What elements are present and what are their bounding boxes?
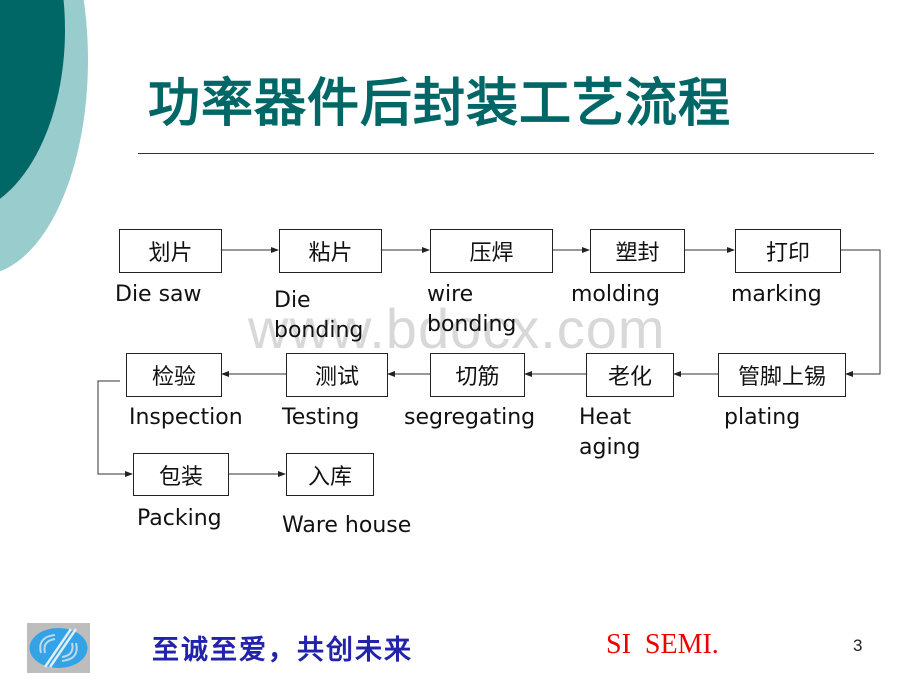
step-label-heat-aging: Heat aging [579, 405, 641, 460]
flow-connectors [97, 247, 881, 477]
step-box-segregating: 切筋 [430, 353, 525, 397]
step-box-warehouse: 入库 [286, 453, 374, 496]
step-label-inspection: Inspection [129, 405, 243, 430]
step-label-die-bonding: Die bonding [274, 288, 364, 343]
step-label-die-saw: Die saw [115, 282, 202, 307]
step-label-warehouse: Ware house [282, 513, 412, 538]
step-box-testing: 测试 [286, 353, 388, 397]
step-label-molding: molding [571, 282, 660, 307]
step-box-molding: 塑封 [590, 229, 685, 273]
step-label-wire-bonding: wire bonding [427, 282, 517, 337]
step-box-wire-bonding: 压焊 [430, 229, 553, 273]
step-label-testing: Testing [282, 405, 360, 430]
footer-brand: SI SEMI. [606, 629, 719, 660]
step-label-plating: plating [724, 405, 801, 430]
step-box-plating: 管脚上锡 [718, 353, 846, 397]
step-label-packing: Packing [137, 506, 222, 531]
step-label-marking: marking [731, 282, 822, 307]
company-logo-icon [27, 623, 90, 673]
page-number: 3 [853, 636, 863, 655]
step-box-inspection: 检验 [126, 353, 222, 397]
step-box-packing: 包装 [133, 453, 229, 496]
arrow-5-6 [841, 249, 881, 377]
step-box-marking: 打印 [735, 229, 841, 273]
step-box-heat-aging: 老化 [586, 353, 674, 397]
step-box-die-saw: 划片 [119, 229, 222, 273]
step-label-segregating: segregating [404, 405, 536, 430]
step-box-die-bonding: 粘片 [279, 229, 382, 273]
footer-slogan: 至诚至爱，共创未来 [152, 635, 413, 666]
